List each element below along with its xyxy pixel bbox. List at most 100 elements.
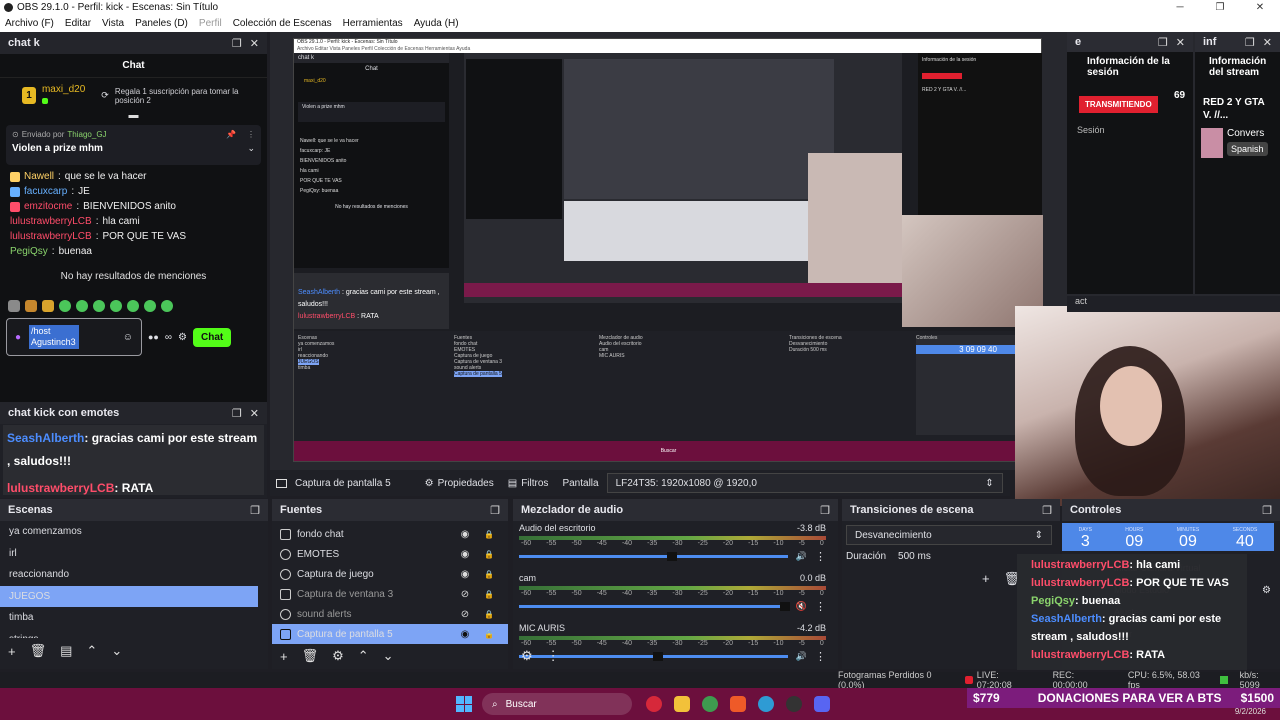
settings-icon[interactable]: ⚙ xyxy=(178,332,187,343)
menu-item[interactable]: Vista xyxy=(102,18,124,29)
move-down-button[interactable]: ⌄ xyxy=(111,643,122,659)
close-dock-icon[interactable]: ✕ xyxy=(250,407,259,420)
muted-speaker-icon[interactable]: 🔇 xyxy=(796,601,807,612)
emote-icon[interactable] xyxy=(161,300,173,312)
obs-taskbar-icon[interactable] xyxy=(786,696,802,712)
close-dock-icon[interactable]: ✕ xyxy=(1263,36,1272,49)
discord-icon[interactable] xyxy=(814,696,830,712)
add-scene-button[interactable]: + xyxy=(8,644,16,659)
emote-icon[interactable] xyxy=(8,300,20,312)
visibility-eye-icon[interactable]: ◉ xyxy=(456,629,474,640)
visibility-eye-icon[interactable]: ◉ xyxy=(456,529,474,540)
chrome-icon[interactable] xyxy=(702,696,718,712)
screen-select[interactable]: LF24T35: 1920x1080 @ 1920,0 ⇕ xyxy=(606,473,1003,493)
menu-item[interactable]: Herramientas xyxy=(343,18,403,29)
scene-item[interactable]: JUEGOS xyxy=(0,585,258,607)
float-dock-icon[interactable]: ❐ xyxy=(232,37,242,50)
pin-toggle-icon[interactable]: 📌 xyxy=(226,130,236,139)
emote-icon[interactable] xyxy=(42,300,54,312)
add-source-button[interactable]: + xyxy=(280,649,288,664)
edge-icon[interactable] xyxy=(758,696,774,712)
emote-icon[interactable] xyxy=(59,300,71,312)
maximize-button[interactable]: ❐ xyxy=(1200,2,1240,13)
float-dock-icon[interactable]: ❐ xyxy=(1042,504,1052,517)
infinity-icon[interactable]: ∞ xyxy=(165,332,172,343)
float-dock-icon[interactable]: ❐ xyxy=(1158,36,1168,49)
minimize-button[interactable]: ─ xyxy=(1160,2,1200,13)
emote-icon[interactable] xyxy=(127,300,139,312)
lock-icon[interactable]: 🔒 xyxy=(480,570,498,579)
chat-username[interactable]: facuxcarp xyxy=(24,186,67,197)
source-item[interactable]: sound alerts ⊘ 🔒 xyxy=(272,604,508,624)
mic-icon[interactable]: ● xyxy=(15,332,21,343)
slider-handle[interactable] xyxy=(653,652,664,661)
slider-handle[interactable] xyxy=(779,602,790,611)
users-icon[interactable]: ●● xyxy=(148,332,159,342)
source-item[interactable]: Captura de juego ◉ 🔒 xyxy=(272,564,508,584)
scene-item[interactable]: ya comenzamos xyxy=(0,521,258,543)
scene-item[interactable]: strings xyxy=(0,629,258,638)
source-item[interactable]: EMOTES ◉ 🔒 xyxy=(272,544,508,564)
menu-item[interactable]: Editar xyxy=(65,18,91,29)
filters-button[interactable]: ▤ Filtros xyxy=(508,478,549,489)
chat-username[interactable]: Nawell xyxy=(24,171,54,182)
channel-menu-icon[interactable]: ⋮ xyxy=(815,600,826,613)
chat-input[interactable]: ● /host Agustinch3 ☺ xyxy=(6,318,142,356)
lock-icon[interactable]: 🔒 xyxy=(480,610,498,619)
chat-send-button[interactable]: Chat xyxy=(192,327,232,347)
mixer-settings-button[interactable]: ⚙ xyxy=(521,648,533,664)
taskbar-search[interactable]: ⌕ Buscar xyxy=(482,693,632,715)
emote-icon[interactable] xyxy=(93,300,105,312)
lock-icon[interactable]: 🔒 xyxy=(480,630,498,639)
menu-item[interactable]: Archivo (F) xyxy=(5,18,54,29)
float-dock-icon[interactable]: ❐ xyxy=(1262,504,1272,517)
float-dock-icon[interactable]: ❐ xyxy=(820,504,830,517)
slider-handle[interactable] xyxy=(666,552,677,561)
visibility-eye-icon[interactable]: ◉ xyxy=(456,549,474,560)
speaker-icon[interactable]: 🔊 xyxy=(796,651,807,662)
source-item[interactable]: Captura de ventana 3 ⊘ 🔒 xyxy=(272,584,508,604)
lock-icon[interactable]: 🔒 xyxy=(480,550,498,559)
float-dock-icon[interactable]: ❐ xyxy=(1245,36,1255,49)
remove-source-button[interactable]: 🗑 xyxy=(302,648,319,664)
mixer-menu-button[interactable]: ⋮ xyxy=(547,648,560,664)
chat-username[interactable]: emzitocme xyxy=(24,201,72,212)
volume-slider[interactable] xyxy=(519,552,788,561)
menu-item[interactable]: Paneles (D) xyxy=(135,18,188,29)
close-window-button[interactable]: ✕ xyxy=(1240,2,1280,13)
move-up-button[interactable]: ⌃ xyxy=(86,643,97,659)
menu-item[interactable]: Colección de Escenas xyxy=(233,18,332,29)
float-dock-icon[interactable]: ❐ xyxy=(490,504,500,517)
chevron-down-icon[interactable]: ⌄ xyxy=(247,143,255,154)
duration-input[interactable]: 500 ms xyxy=(898,551,931,562)
chat-username[interactable]: lulustrawberryLCB xyxy=(10,216,92,227)
emote-icon[interactable] xyxy=(110,300,122,312)
emoji-icon[interactable]: ☺ xyxy=(123,332,133,343)
controls-settings-icon[interactable]: ⚙ xyxy=(1262,585,1271,596)
windows-start-icon[interactable] xyxy=(456,696,472,712)
emote-icon[interactable] xyxy=(144,300,156,312)
transition-select[interactable]: Desvanecimiento ⇕ xyxy=(846,525,1052,545)
speaker-icon[interactable]: 🔊 xyxy=(796,551,807,562)
brave-icon[interactable] xyxy=(730,696,746,712)
menu-item[interactable]: Ayuda (H) xyxy=(414,18,459,29)
more-options-icon[interactable]: ⋮ xyxy=(247,130,255,139)
move-up-button[interactable]: ⌃ xyxy=(358,648,369,664)
chat-username[interactable]: lulustrawberryLCB xyxy=(10,231,92,242)
lock-icon[interactable]: 🔒 xyxy=(480,530,498,539)
remove-scene-button[interactable]: 🗑 xyxy=(30,643,47,659)
float-dock-icon[interactable]: ❐ xyxy=(250,504,260,517)
chat-username[interactable]: lulustrawberryLCB xyxy=(7,481,114,495)
opera-icon[interactable] xyxy=(646,696,662,712)
scene-item[interactable]: irl xyxy=(0,543,258,565)
visibility-eye-icon[interactable]: ⊘ xyxy=(456,589,474,600)
lock-icon[interactable]: 🔒 xyxy=(480,590,498,599)
source-item[interactable]: Captura de pantalla 5 ◉ 🔒 xyxy=(272,624,508,644)
chat-username[interactable]: PegiQsy xyxy=(10,246,48,257)
visibility-eye-icon[interactable]: ⊘ xyxy=(456,609,474,620)
chat-username[interactable]: SeashAlberth xyxy=(7,431,84,445)
source-item[interactable]: fondo chat ◉ 🔒 xyxy=(272,524,508,544)
visibility-eye-icon[interactable]: ◉ xyxy=(456,569,474,580)
scene-item[interactable]: reaccionando xyxy=(0,564,258,586)
folder-icon[interactable] xyxy=(674,696,690,712)
